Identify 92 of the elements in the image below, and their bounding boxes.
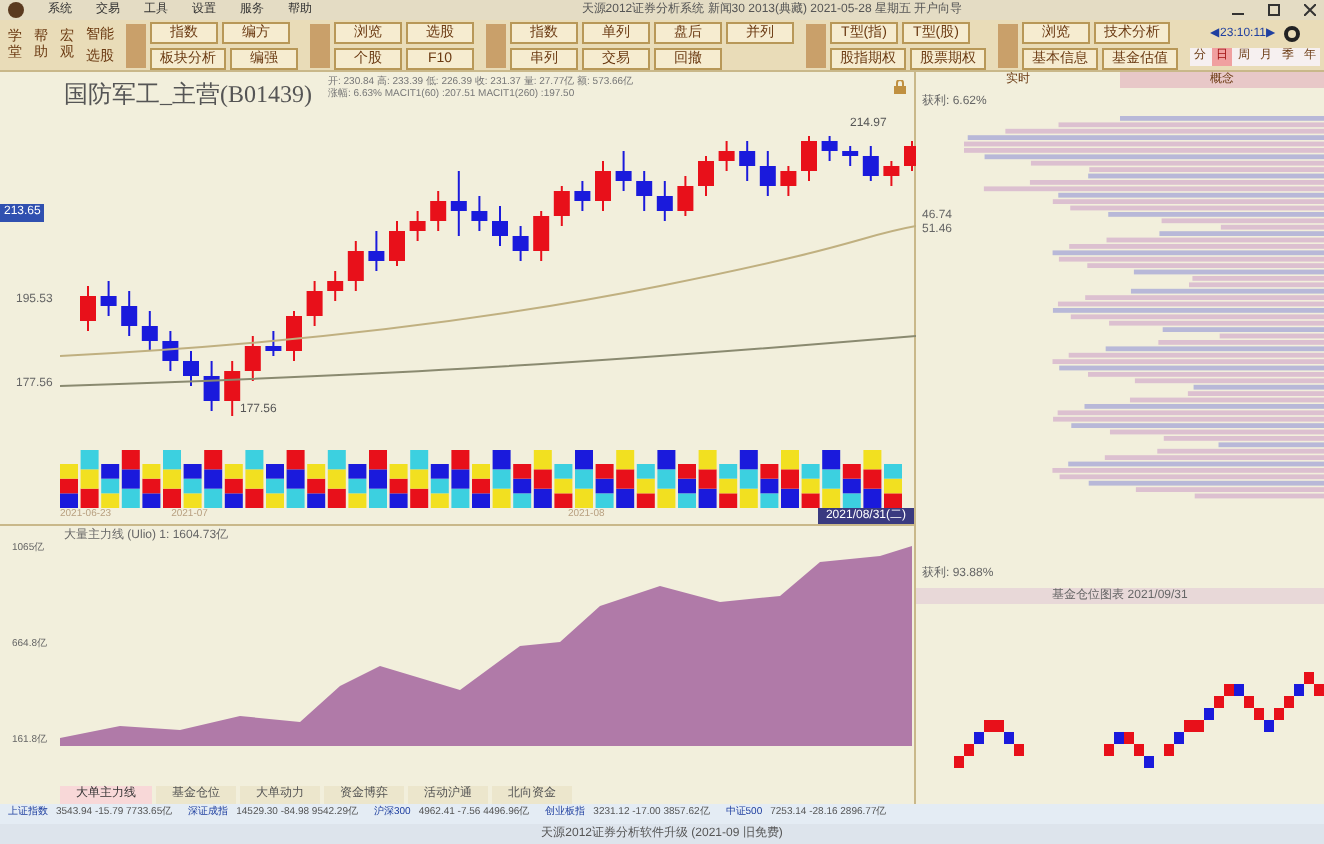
candlestick <box>121 290 138 337</box>
candlestick <box>821 135 838 162</box>
candlestick <box>347 240 364 292</box>
volume-bar <box>369 450 387 508</box>
volume-bar <box>286 450 305 508</box>
candlestick <box>203 360 220 412</box>
volume-bar <box>698 450 717 508</box>
volume-bar <box>121 450 140 508</box>
candlestick <box>615 150 632 192</box>
app-logo-icon <box>8 2 24 18</box>
volume-bar <box>822 450 841 508</box>
group-tag <box>806 23 826 67</box>
candlestick <box>368 230 385 272</box>
candlestick <box>801 135 817 182</box>
volume-bar <box>884 464 902 508</box>
volume-bar <box>245 450 264 508</box>
volume-bar <box>163 450 181 508</box>
candlestick <box>780 165 797 197</box>
volume-bar <box>863 450 882 508</box>
candlestick <box>80 285 96 332</box>
candlestick <box>306 280 323 327</box>
candlestick <box>718 140 735 172</box>
volume-bar <box>760 464 779 508</box>
group-tag <box>310 23 330 67</box>
close-icon[interactable] <box>1304 4 1316 16</box>
volume-bar <box>101 464 120 508</box>
candlestick <box>636 170 653 212</box>
candlestick <box>677 175 694 217</box>
volume-bar <box>554 464 573 508</box>
candlestick <box>141 310 158 352</box>
candlestick <box>904 140 916 172</box>
volume-bar <box>678 464 696 508</box>
volume-bar <box>801 464 820 508</box>
candlestick <box>389 220 405 267</box>
candlestick <box>553 185 570 227</box>
volume-bar <box>595 464 614 508</box>
volume-bar <box>142 464 161 508</box>
volume-bar <box>183 464 202 508</box>
candlestick <box>265 330 282 357</box>
candlestick <box>574 180 591 212</box>
candlestick <box>739 140 756 182</box>
volume-bar <box>472 464 490 508</box>
volume-bar <box>224 464 243 508</box>
candlestick <box>656 180 673 222</box>
candlestick <box>492 205 508 247</box>
group-tag <box>486 23 506 67</box>
volume-bar <box>348 464 367 508</box>
candlestick <box>430 190 447 232</box>
volume-bar <box>513 464 532 508</box>
candlestick <box>327 270 344 302</box>
candlestick <box>286 310 302 362</box>
volume-bar <box>327 450 346 508</box>
volume-bar <box>719 464 738 508</box>
volume-bar <box>842 464 861 508</box>
settings-icon[interactable] <box>1283 26 1300 42</box>
candlestick <box>100 280 117 317</box>
candlestick <box>759 150 776 197</box>
candlestick <box>450 170 467 237</box>
volume-bar <box>575 450 593 508</box>
volume-bar <box>307 464 326 508</box>
candlestick <box>183 350 199 387</box>
candlestick <box>162 330 179 372</box>
volume-bar <box>533 450 552 508</box>
volume-bar <box>266 464 284 508</box>
candlestick <box>224 360 241 416</box>
volume-bar <box>636 464 655 508</box>
candlestick <box>842 145 859 167</box>
volume-bar <box>451 450 470 508</box>
maximize-icon[interactable] <box>1268 4 1280 16</box>
volume-bar <box>80 450 99 508</box>
candlestick <box>595 160 611 212</box>
candlestick <box>409 210 426 242</box>
volume-bar <box>60 464 78 508</box>
group-tag <box>998 23 1018 67</box>
volume-bar <box>492 450 511 508</box>
candlestick <box>862 145 879 182</box>
volume-bar <box>410 450 429 508</box>
volume-bar <box>430 464 449 508</box>
volume-bar <box>781 450 799 508</box>
volume-bar <box>739 450 758 508</box>
volume-bar <box>204 450 223 508</box>
group-tag <box>126 23 146 67</box>
candlestick <box>244 335 261 382</box>
candlestick <box>883 160 900 187</box>
candlestick <box>698 155 714 197</box>
volume-bar <box>657 450 676 508</box>
chart-title: 国防军工_主营(B01439) <box>64 78 312 112</box>
candlestick <box>471 195 488 232</box>
candlestick <box>533 210 550 262</box>
volume-bar <box>616 450 635 508</box>
volume-bar <box>389 464 408 508</box>
candlestick <box>512 225 529 262</box>
